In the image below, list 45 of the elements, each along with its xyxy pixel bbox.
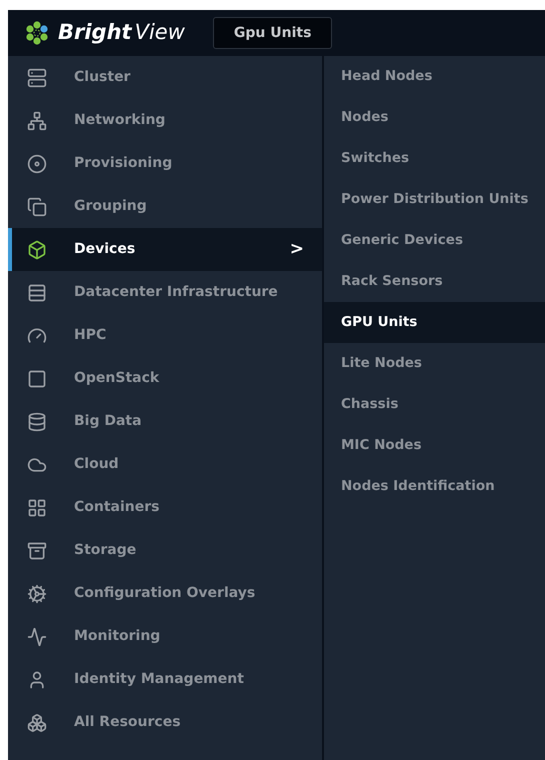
tray-icon (27, 540, 47, 560)
network-icon (27, 110, 47, 130)
sidebar-item[interactable]: Datacenter Infrastructure (8, 271, 322, 314)
logo-icon (24, 20, 50, 46)
sidebar-item[interactable]: Identity Management (8, 658, 322, 701)
logo-text: Bright (58, 19, 132, 46)
submenu-item[interactable]: Generic Devices (324, 220, 545, 261)
submenu-item[interactable]: Lite Nodes (324, 343, 545, 384)
logo-text: View (134, 19, 185, 46)
context-button[interactable]: Gpu Units (212, 17, 332, 49)
sidebar-item[interactable]: Cluster (8, 56, 322, 99)
cubes-icon (27, 712, 47, 732)
sidebar-item[interactable]: All Resources (8, 701, 322, 744)
submenu-item[interactable]: Head Nodes (324, 56, 545, 97)
sidebar-item[interactable]: Big Data (8, 400, 322, 443)
submenu-item[interactable]: Switches (324, 138, 545, 179)
sidebar-item[interactable]: Storage (8, 529, 322, 572)
sidebar-item[interactable]: Containers (8, 486, 322, 529)
sidebar-item[interactable]: Provisioning (8, 142, 322, 185)
sidebar-item[interactable]: Monitoring (8, 615, 322, 658)
submenu-item[interactable]: Power Distribution Units (324, 179, 545, 220)
rows-icon (27, 282, 47, 302)
grid-icon (27, 498, 47, 518)
sidebar-item[interactable]: OpenStack (8, 357, 322, 400)
sidebar-item[interactable]: Grouping (8, 185, 322, 228)
database-icon (27, 412, 47, 432)
sidebar-item[interactable]: HPC (8, 314, 322, 357)
submenu-item[interactable]: MIC Nodes (324, 425, 545, 466)
submenu-item[interactable]: GPU Units (324, 302, 545, 343)
submenu-item[interactable]: Chassis (324, 384, 545, 425)
sidebar-item[interactable]: Networking (8, 99, 322, 142)
chevron-icon: > (290, 236, 304, 262)
line-chart-icon (27, 626, 47, 646)
square-icon (27, 368, 47, 388)
sidebar-item[interactable]: Cloud (8, 443, 322, 486)
sidebar-item[interactable]: Devices > (8, 228, 322, 271)
cube-icon (27, 240, 47, 260)
submenu-item[interactable]: Nodes (324, 97, 545, 138)
disc-icon (27, 154, 47, 174)
submenu-item[interactable]: Rack Sensors (324, 261, 545, 302)
submenu-item[interactable]: Nodes Identification (324, 466, 545, 507)
sidebar-item[interactable]: Configuration Overlays (8, 572, 322, 615)
server-icon (27, 68, 47, 88)
gauge-icon (27, 326, 47, 346)
stacked-squares-icon (27, 196, 47, 216)
